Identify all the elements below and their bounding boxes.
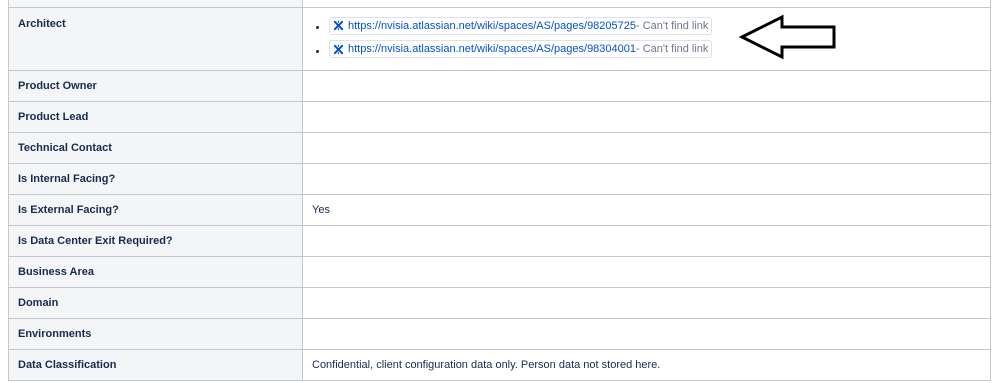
table-row-data-classification: Data Classification Confidential, client… xyxy=(8,349,991,381)
left-arrow-icon xyxy=(738,14,836,60)
domain-label: Domain xyxy=(8,287,303,319)
link-url[interactable]: https://nvisia.atlassian.net/wiki/spaces… xyxy=(348,41,636,57)
smart-link-1[interactable]: https://nvisia.atlassian.net/wiki/spaces… xyxy=(329,16,713,35)
product-owner-value xyxy=(302,70,991,102)
data-classification-value: Confidential, client configuration data … xyxy=(302,349,991,381)
external-facing-value: Yes xyxy=(302,194,991,226)
internal-facing-label: Is Internal Facing? xyxy=(8,163,303,195)
technical-contact-label: Technical Contact xyxy=(8,132,303,164)
business-area-value xyxy=(302,256,991,288)
table-row-product-lead: Product Lead xyxy=(8,101,991,133)
product-lead-label: Product Lead xyxy=(8,101,303,133)
architect-value: https://nvisia.atlassian.net/wiki/spaces… xyxy=(302,7,991,71)
table-row-technical-contact: Technical Contact xyxy=(8,132,991,164)
domain-value xyxy=(302,287,991,319)
table-row-environments: Environments xyxy=(8,318,991,350)
table-row-dc-exit: Is Data Center Exit Required? xyxy=(8,225,991,257)
link-status: - Can't find link xyxy=(636,43,709,55)
link-status: - Can't find link xyxy=(636,19,709,32)
technical-contact-value xyxy=(302,132,991,164)
architect-link-list: https://nvisia.atlassian.net/wiki/spaces… xyxy=(312,16,981,60)
table-row-internal-facing: Is Internal Facing? xyxy=(8,163,991,195)
broken-link-icon xyxy=(333,44,344,54)
table-row-product-owner: Product Owner xyxy=(8,70,991,102)
architect-label: Architect xyxy=(8,7,303,71)
internal-facing-value xyxy=(302,163,991,195)
list-item: https://nvisia.atlassian.net/wiki/spaces… xyxy=(329,40,981,60)
smart-link-2[interactable]: https://nvisia.atlassian.net/wiki/spaces… xyxy=(329,40,713,58)
table-row-business-area: Business Area xyxy=(8,256,991,288)
product-owner-label: Product Owner xyxy=(8,70,303,102)
external-facing-label: Is External Facing? xyxy=(8,194,303,226)
broken-link-icon xyxy=(333,20,344,31)
link-url[interactable]: https://nvisia.atlassian.net/wiki/spaces… xyxy=(348,18,636,34)
table-row-domain: Domain xyxy=(8,287,991,319)
data-classification-label: Data Classification xyxy=(8,349,303,381)
table-row xyxy=(8,0,991,8)
environments-label: Environments xyxy=(8,318,303,350)
table-row-external-facing: Is External Facing? Yes xyxy=(8,194,991,226)
key-cell xyxy=(8,0,303,8)
table-row-architect: Architect https://nvisia.atlassian.net/w… xyxy=(8,7,991,71)
list-item: https://nvisia.atlassian.net/wiki/spaces… xyxy=(329,16,981,37)
product-lead-value xyxy=(302,101,991,133)
properties-table: Architect https://nvisia.atlassian.net/w… xyxy=(8,0,991,381)
dc-exit-label: Is Data Center Exit Required? xyxy=(8,225,303,257)
annotation-arrow xyxy=(738,14,838,60)
value-cell xyxy=(302,0,991,8)
environments-value xyxy=(302,318,991,350)
dc-exit-value xyxy=(302,225,991,257)
business-area-label: Business Area xyxy=(8,256,303,288)
